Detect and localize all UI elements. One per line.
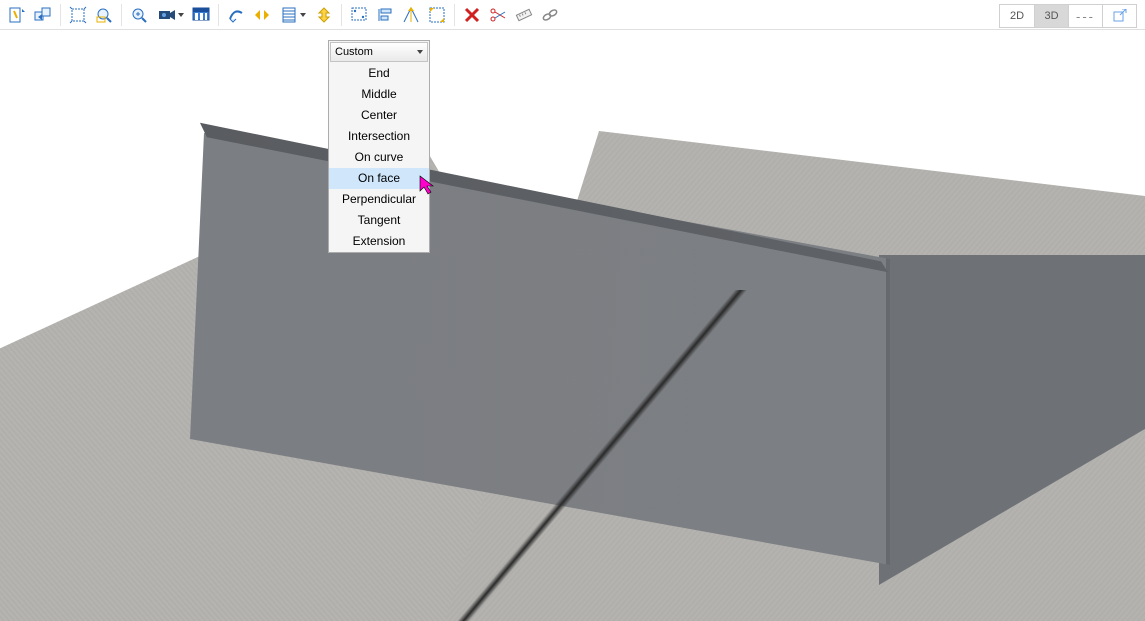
zoom-in-out[interactable] (127, 3, 151, 27)
popout-icon (1113, 9, 1127, 23)
viewmode-other[interactable]: --- (1068, 5, 1102, 27)
toolbar-separator (121, 4, 122, 26)
snap-option-middle[interactable]: Middle (329, 84, 429, 105)
erase-tool[interactable] (224, 3, 248, 27)
expand-tool[interactable] (312, 3, 336, 27)
snap-option-extension[interactable]: Extension (329, 231, 429, 252)
viewport-3d[interactable] (0, 30, 1145, 621)
viewmode-popout[interactable] (1102, 5, 1136, 27)
floor-seam (420, 290, 760, 621)
snap-option-end[interactable]: End (329, 63, 429, 84)
toolbar-separator (60, 4, 61, 26)
camera-tool[interactable] (153, 3, 187, 27)
viewmode-3d[interactable]: 3D (1034, 5, 1068, 27)
chevron-down-icon (300, 13, 306, 17)
scissors-tool[interactable] (486, 3, 510, 27)
delete-tool[interactable] (460, 3, 484, 27)
zoom-window[interactable] (92, 3, 116, 27)
toolbar-separator (454, 4, 455, 26)
flip-normals-tool[interactable] (250, 3, 274, 27)
scene (0, 30, 1145, 621)
link-tool[interactable] (538, 3, 562, 27)
toolbar-separator (218, 4, 219, 26)
cut-tool[interactable] (425, 3, 449, 27)
snap-option-perpendicular[interactable]: Perpendicular (329, 189, 429, 210)
snap-selected-label: Custom (335, 46, 373, 58)
section-view[interactable] (189, 3, 213, 27)
snap-dropdown: Custom EndMiddleCenterIntersectionOn cur… (328, 40, 430, 253)
snap-option-on-face[interactable]: On face (329, 168, 429, 189)
align-tool[interactable] (373, 3, 397, 27)
main-toolbar (0, 0, 1145, 30)
walk-tool[interactable] (5, 3, 29, 27)
trim-face-tool[interactable] (399, 3, 423, 27)
chevron-down-icon (417, 50, 423, 54)
snap-option-intersection[interactable]: Intersection (329, 126, 429, 147)
previous-view[interactable] (31, 3, 55, 27)
viewmode-switcher: 2D 3D --- (999, 4, 1137, 28)
zoom-extents[interactable] (66, 3, 90, 27)
snap-select[interactable]: Custom (330, 42, 428, 62)
window-area-tool[interactable] (347, 3, 371, 27)
chevron-down-icon (178, 13, 184, 17)
snap-option-list: EndMiddleCenterIntersectionOn curveOn fa… (329, 63, 429, 252)
ruler-tool[interactable] (512, 3, 536, 27)
snap-option-tangent[interactable]: Tangent (329, 210, 429, 231)
snap-option-center[interactable]: Center (329, 105, 429, 126)
snap-option-on-curve[interactable]: On curve (329, 147, 429, 168)
toolbar-separator (341, 4, 342, 26)
viewmode-2d[interactable]: 2D (1000, 5, 1034, 27)
snap-mode-tool[interactable] (276, 3, 310, 27)
